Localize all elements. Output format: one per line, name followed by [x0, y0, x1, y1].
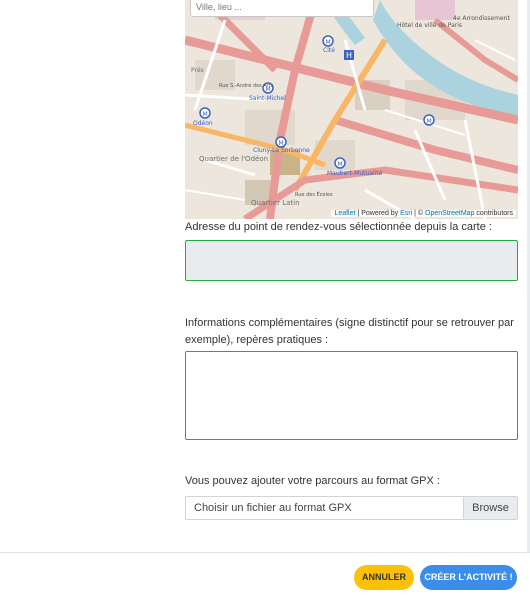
browse-button[interactable]: Browse — [463, 497, 517, 519]
map-label-saint-michel: Saint-Michel — [249, 95, 286, 102]
attribution-powered-by: Powered by — [361, 210, 399, 217]
map-label-quartier-odeon: Quartier de l'Odéon — [199, 155, 268, 163]
attribution-separator: | — [357, 210, 360, 217]
svg-text:M: M — [326, 39, 331, 46]
svg-text:M: M — [427, 118, 432, 125]
map-tiles[interactable]: M M M M M M H Cité Saint-Michel Odéon Cl… — [185, 0, 518, 219]
map-label-rue-st-andre: Rue S.-André des Arts — [219, 82, 274, 89]
esri-link[interactable]: Esri — [400, 210, 412, 217]
modal-body: M M M M M M H Cité Saint-Michel Odéon Cl… — [0, 0, 530, 552]
svg-text:M: M — [203, 111, 208, 118]
map-label-hotel-de-ville: Hôtel de ville de Paris — [397, 22, 462, 29]
map-label-arrondissement: 4e Arrondissement — [453, 15, 510, 22]
map-label-quartier-latin: Quartier Latin — [251, 199, 300, 207]
create-activity-button[interactable]: CRÉER L'ACTIVITÉ ! — [420, 565, 517, 590]
attribution-contributors: contributors — [476, 210, 513, 217]
attribution-copyright: © — [417, 210, 424, 217]
address-textarea[interactable] — [185, 240, 518, 281]
map[interactable]: M M M M M M H Cité Saint-Michel Odéon Cl… — [185, 0, 518, 219]
map-label-cite: Cité — [323, 47, 335, 54]
attribution-separator-2: | — [414, 210, 416, 217]
map-label-rue-ecoles: Rue des Écoles — [295, 190, 333, 198]
map-label-odeon: Odéon — [193, 120, 213, 127]
map-label-maubert: Maubert-Mutualité — [327, 170, 383, 177]
modal-footer: ANNULER CRÉER L'ACTIVITÉ ! — [0, 552, 530, 599]
map-attribution: Leaflet | Powered by Esri | © OpenStreet… — [331, 210, 516, 217]
svg-text:H: H — [346, 51, 352, 60]
info-label: Informations complémentaires (signe dist… — [185, 317, 514, 346]
map-label-cluny: Cluny-La Sorbonne — [253, 147, 310, 154]
map-label-pres: Prés — [191, 67, 204, 74]
address-label: Adresse du point de rendez-vous sélectio… — [185, 221, 492, 233]
leaflet-link[interactable]: Leaflet — [334, 210, 355, 217]
gpx-label: Vous pouvez ajouter votre parcours au fo… — [185, 475, 440, 487]
osm-link[interactable]: OpenStreetMap — [425, 210, 474, 217]
gpx-file-placeholder: Choisir un fichier au format GPX — [194, 502, 352, 514]
gpx-file-input[interactable]: Choisir un fichier au format GPX Browse — [185, 496, 518, 520]
map-search-input[interactable]: Ville, lieu ... — [190, 0, 374, 17]
cancel-button[interactable]: ANNULER — [354, 565, 414, 590]
info-textarea[interactable] — [185, 351, 518, 440]
svg-text:M: M — [279, 140, 284, 147]
svg-text:M: M — [338, 161, 343, 168]
